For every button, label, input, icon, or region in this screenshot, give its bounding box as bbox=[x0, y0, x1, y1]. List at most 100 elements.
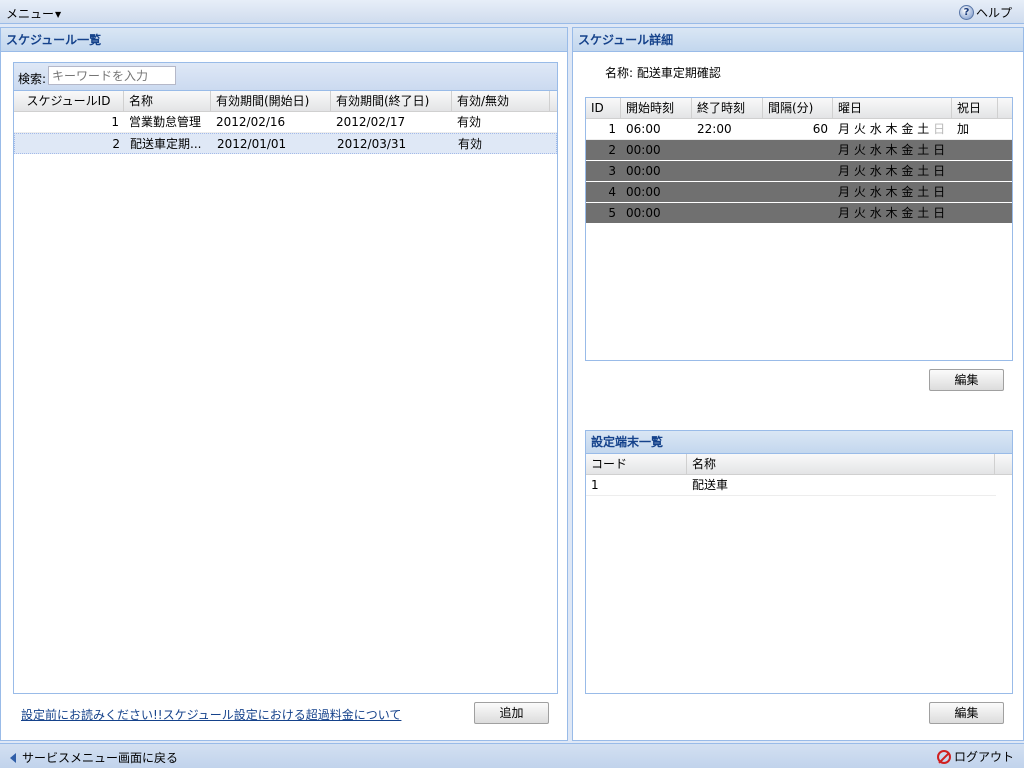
cell-end-time bbox=[692, 182, 763, 202]
detail-name-label: 名称: bbox=[605, 66, 634, 80]
cell-start-time: 00:00 bbox=[626, 206, 661, 220]
bottom-bar: サービスメニュー画面に戻る ログアウト bbox=[0, 743, 1024, 768]
weekday-mon: 月 bbox=[838, 185, 851, 199]
schedule-list-title: スケジュール一覧 bbox=[1, 28, 567, 52]
terminal-list-panel: 設定端末一覧 コード 名称 1 配送車 bbox=[585, 430, 1013, 694]
cell-interval bbox=[763, 203, 833, 223]
table-row-disabled[interactable]: 4 00:00 月 火 水 木 金 土 日 bbox=[586, 182, 1012, 203]
cell-id: 1 bbox=[608, 122, 616, 136]
logout-link[interactable]: ログアウト bbox=[936, 748, 1014, 765]
weekday-tue: 火 bbox=[853, 164, 866, 178]
cell-end-time bbox=[692, 140, 763, 160]
cell-id: 5 bbox=[608, 206, 616, 220]
weekday-sat: 土 bbox=[917, 143, 930, 157]
weekday-sat: 土 bbox=[917, 185, 930, 199]
schedule-grid: 検索: スケジュールID 名称 有効期間(開始日) 有効期間(終了日) 有効/無… bbox=[13, 62, 558, 694]
detail-name-value: 配送車定期確認 bbox=[636, 66, 721, 80]
cell-name: 配送車定期... bbox=[130, 137, 202, 151]
edit-terminals-button[interactable]: 編集 bbox=[929, 702, 1004, 724]
weekday-sun: 日 bbox=[933, 122, 946, 136]
column-header-id[interactable]: ID bbox=[586, 98, 621, 118]
table-row[interactable]: 1 06:00 22:00 60 月 火 水 木 金 土 日 加 bbox=[586, 119, 1012, 140]
weekday-fri: 金 bbox=[901, 143, 914, 157]
cell-status: 有効 bbox=[458, 137, 483, 151]
column-header-holiday[interactable]: 祝日 bbox=[952, 98, 998, 118]
weekday-sun: 日 bbox=[933, 164, 946, 178]
cell-holiday bbox=[952, 182, 998, 202]
detail-name: 名称: 配送車定期確認 bbox=[605, 64, 721, 81]
search-label: 検索: bbox=[18, 72, 47, 86]
column-header-start-time[interactable]: 開始時刻 bbox=[621, 98, 692, 118]
schedule-detail-title: スケジュール詳細 bbox=[573, 28, 1023, 52]
weekday-thu: 木 bbox=[885, 206, 898, 220]
top-bar: メニュー▼ ? ヘルプ bbox=[0, 0, 1024, 24]
cell-start: 2012/02/16 bbox=[216, 115, 286, 129]
column-header-status[interactable]: 有効/無効 bbox=[452, 91, 550, 111]
search-input[interactable] bbox=[48, 66, 176, 85]
menu-label: メニュー bbox=[6, 7, 55, 21]
surcharge-note-link[interactable]: 設定前にお読みください!!スケジュール設定における超過料金について bbox=[21, 706, 401, 723]
help-icon: ? bbox=[958, 5, 974, 20]
weekday-thu: 木 bbox=[885, 143, 898, 157]
arrow-left-icon bbox=[10, 752, 16, 763]
table-row-disabled[interactable]: 2 00:00 月 火 水 木 金 土 日 bbox=[586, 140, 1012, 161]
weekday-mon: 月 bbox=[838, 122, 851, 136]
help-label: ヘルプ bbox=[975, 6, 1012, 20]
weekday-tue: 火 bbox=[853, 185, 866, 199]
weekday-thu: 木 bbox=[885, 185, 898, 199]
table-row-disabled[interactable]: 5 00:00 月 火 水 木 金 土 日 bbox=[586, 203, 1012, 224]
cell-end: 2012/03/31 bbox=[337, 137, 407, 151]
cell-weekdays: 月 火 水 木 金 土 日 bbox=[833, 182, 952, 202]
cell-id: 2 bbox=[608, 143, 616, 157]
weekday-sun: 日 bbox=[933, 206, 946, 220]
column-header-code[interactable]: コード bbox=[586, 454, 687, 474]
detail-grid: ID 開始時刻 終了時刻 間隔(分) 曜日 祝日 1 06:00 22:00 6… bbox=[585, 97, 1013, 361]
help-button[interactable]: ? ヘルプ bbox=[958, 4, 1012, 21]
cell-interval bbox=[763, 182, 833, 202]
table-row-selected[interactable]: 2 配送車定期... 2012/01/01 2012/03/31 有効 bbox=[14, 133, 557, 154]
weekday-fri: 金 bbox=[901, 206, 914, 220]
table-row[interactable]: 1 営業勤怠管理 2012/02/16 2012/02/17 有効 bbox=[14, 112, 557, 133]
cell-status: 有効 bbox=[457, 115, 482, 129]
weekday-tue: 火 bbox=[853, 122, 866, 136]
cell-start: 2012/01/01 bbox=[217, 137, 287, 151]
column-header-end-time[interactable]: 終了時刻 bbox=[692, 98, 763, 118]
weekday-thu: 木 bbox=[885, 122, 898, 136]
cell-name: 営業勤怠管理 bbox=[129, 115, 202, 129]
column-header-id[interactable]: スケジュールID bbox=[14, 91, 124, 111]
cell-id: 4 bbox=[608, 185, 616, 199]
weekday-wed: 水 bbox=[869, 164, 882, 178]
logout-label: ログアウト bbox=[953, 750, 1014, 764]
cell-id: 3 bbox=[608, 164, 616, 178]
cell-id: 1 bbox=[111, 115, 119, 129]
cell-weekdays: 月 火 水 木 金 土 日 bbox=[833, 161, 952, 181]
column-header-end[interactable]: 有効期間(終了日) bbox=[331, 91, 452, 111]
menu-button[interactable]: メニュー▼ bbox=[6, 5, 61, 22]
column-header-weekday[interactable]: 曜日 bbox=[833, 98, 952, 118]
cell-end-time: 22:00 bbox=[697, 122, 732, 136]
column-header-name[interactable]: 名称 bbox=[124, 91, 211, 111]
table-row-disabled[interactable]: 3 00:00 月 火 水 木 金 土 日 bbox=[586, 161, 1012, 182]
column-header-name[interactable]: 名称 bbox=[687, 454, 995, 474]
detail-grid-header: ID 開始時刻 終了時刻 間隔(分) 曜日 祝日 bbox=[586, 98, 1012, 119]
weekday-sun: 日 bbox=[933, 185, 946, 199]
weekday-fri: 金 bbox=[901, 122, 914, 136]
add-button[interactable]: 追加 bbox=[474, 702, 549, 724]
cell-weekdays: 月 火 水 木 金 土 日 bbox=[833, 203, 952, 223]
cell-end-time bbox=[692, 203, 763, 223]
table-row[interactable]: 1 配送車 bbox=[586, 475, 996, 496]
weekday-wed: 水 bbox=[869, 206, 882, 220]
edit-schedule-button[interactable]: 編集 bbox=[929, 369, 1004, 391]
weekday-fri: 金 bbox=[901, 164, 914, 178]
weekday-mon: 月 bbox=[838, 164, 851, 178]
cell-start-time: 06:00 bbox=[626, 122, 661, 136]
cell-start-time: 00:00 bbox=[626, 185, 661, 199]
weekday-wed: 水 bbox=[869, 185, 882, 199]
column-header-interval[interactable]: 間隔(分) bbox=[763, 98, 833, 118]
weekday-thu: 木 bbox=[885, 164, 898, 178]
column-header-start[interactable]: 有効期間(開始日) bbox=[211, 91, 331, 111]
back-to-service-menu-link[interactable]: サービスメニュー画面に戻る bbox=[10, 749, 178, 766]
weekday-sun: 日 bbox=[933, 143, 946, 157]
cell-interval bbox=[763, 161, 833, 181]
weekday-wed: 水 bbox=[869, 143, 882, 157]
